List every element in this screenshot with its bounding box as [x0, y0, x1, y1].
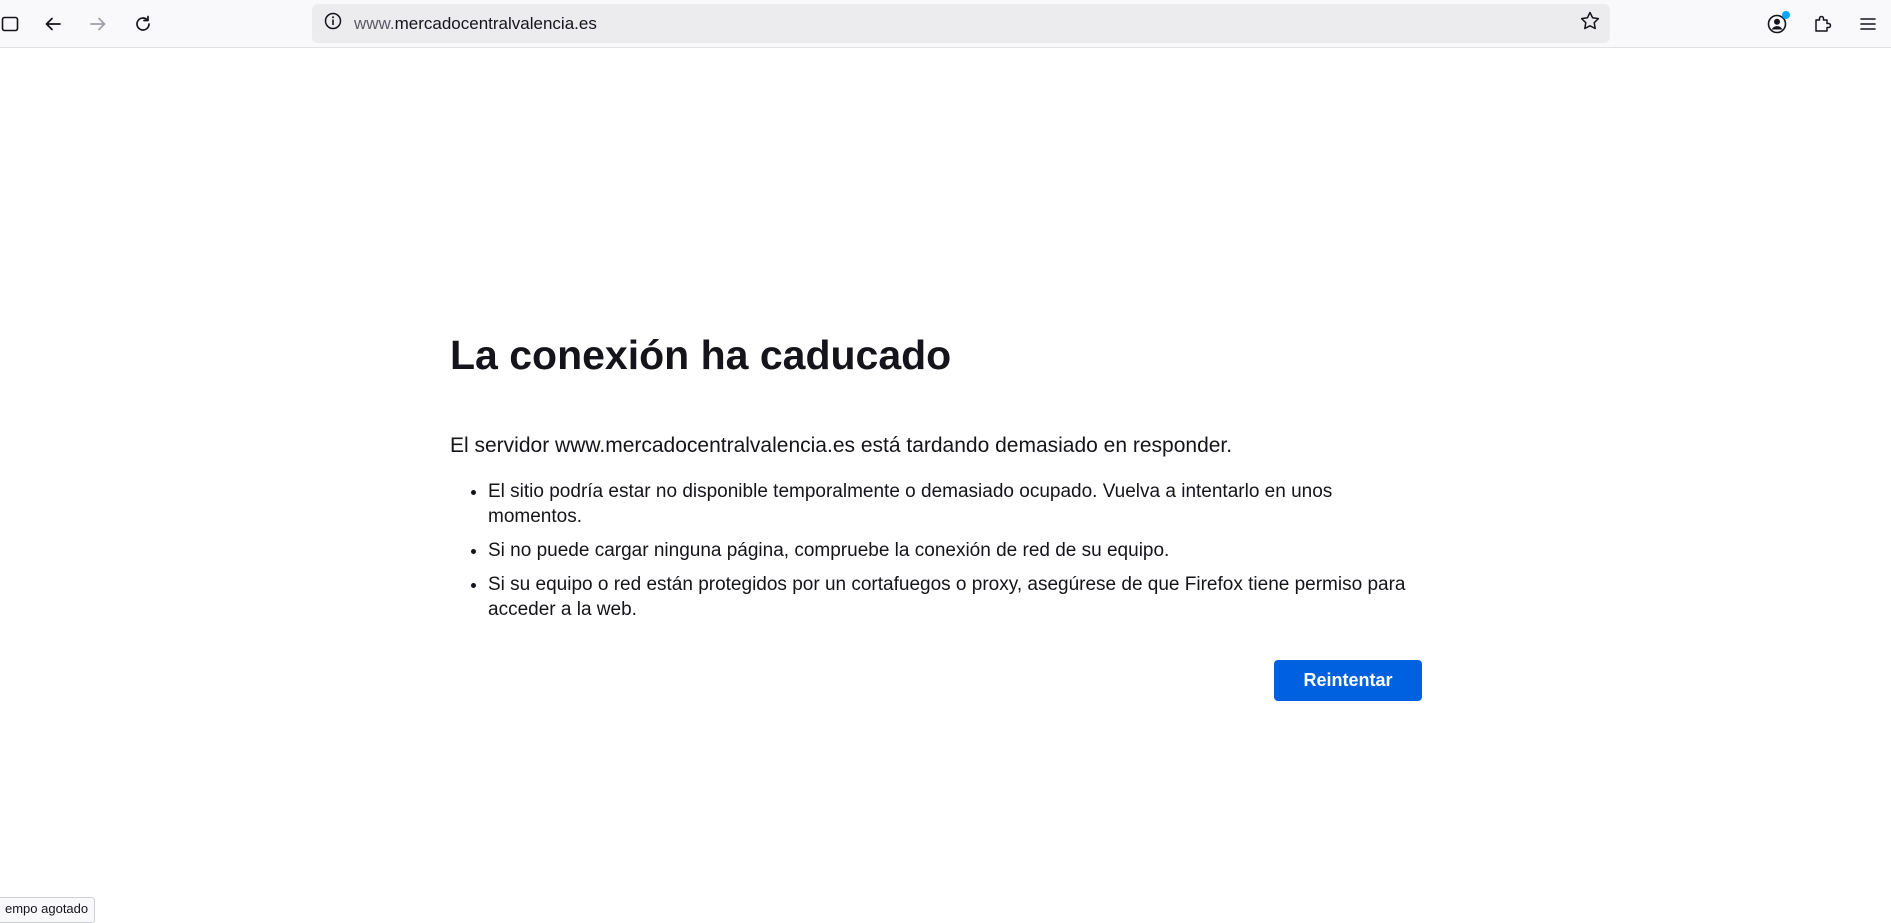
bookmark-button[interactable]	[1577, 11, 1602, 36]
forward-button[interactable]	[80, 6, 116, 42]
status-tooltip: empo agotado	[0, 897, 95, 923]
url-text[interactable]: www.mercadocentralvalencia.es	[354, 4, 597, 43]
hamburger-menu-icon	[1858, 14, 1878, 34]
url-domain: mercadocentralvalencia.es	[395, 14, 597, 33]
sidebar-toggle-icon	[0, 14, 20, 34]
notification-badge	[1782, 11, 1790, 19]
url-prefix: www.	[354, 14, 395, 33]
forward-arrow-icon	[88, 14, 108, 34]
error-page-content: La conexión ha caducado El servidor www.…	[450, 325, 1422, 702]
error-suggestions-list: El sitio podría estar no disponible temp…	[450, 479, 1422, 622]
reload-icon	[133, 14, 153, 34]
back-arrow-icon	[43, 14, 63, 34]
account-button[interactable]	[1759, 6, 1795, 42]
list-item: Si no puede cargar ninguna página, compr…	[488, 538, 1422, 563]
puzzle-icon	[1812, 13, 1834, 35]
extensions-button[interactable]	[1805, 6, 1841, 42]
star-icon	[1579, 10, 1601, 37]
reload-button[interactable]	[125, 6, 161, 42]
retry-row: Reintentar	[450, 660, 1422, 702]
retry-button[interactable]: Reintentar	[1274, 660, 1422, 701]
error-description: El servidor www.mercadocentralvalencia.e…	[450, 431, 1422, 461]
list-item: El sitio podría estar no disponible temp…	[488, 479, 1422, 529]
url-bar[interactable]: www.mercadocentralvalencia.es	[312, 4, 1610, 43]
sidebar-toggle-button[interactable]	[0, 6, 28, 42]
info-icon	[323, 11, 343, 36]
site-info-button[interactable]	[320, 11, 345, 36]
browser-toolbar: www.mercadocentralvalencia.es	[0, 0, 1891, 48]
app-menu-button[interactable]	[1850, 6, 1886, 42]
page-title: La conexión ha caducado	[450, 325, 1422, 385]
list-item: Si su equipo o red están protegidos por …	[488, 572, 1422, 622]
back-button[interactable]	[35, 6, 71, 42]
